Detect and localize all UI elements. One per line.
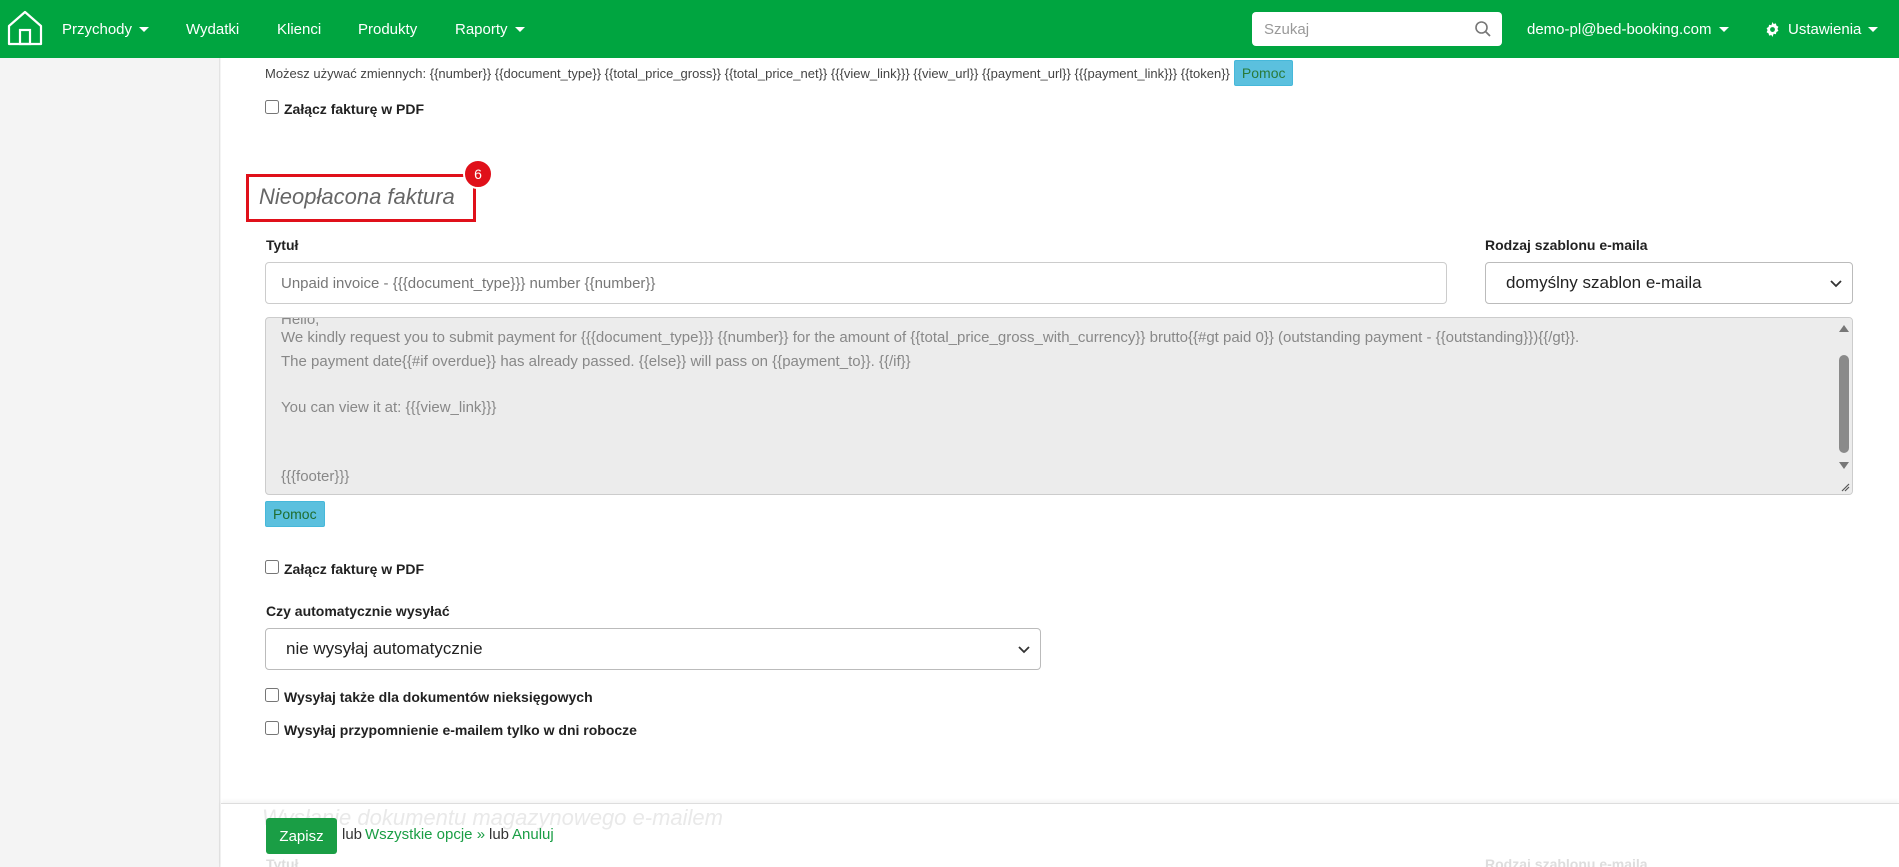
all-options-link[interactable]: Wszystkie opcje » xyxy=(365,826,485,843)
sidebar xyxy=(0,58,220,867)
non-accounting-checkbox[interactable] xyxy=(265,688,279,702)
user-email: demo-pl@bed-booking.com xyxy=(1527,20,1712,38)
scroll-down-icon[interactable] xyxy=(1838,461,1850,471)
cancel-link[interactable]: Anuluj xyxy=(512,826,554,843)
body-line: The payment date{{#if overdue}} has alre… xyxy=(281,353,911,370)
workdays-row[interactable]: Wysyłaj przypomnienie e-mailem tylko w d… xyxy=(265,721,637,738)
nav-item-produkty[interactable]: Produkty xyxy=(358,0,417,58)
checkbox-label: Wysyłaj także dla dokumentów nieksięgowy… xyxy=(284,689,593,705)
caret-down-icon xyxy=(514,26,525,32)
next-title-label: Tytuł xyxy=(266,856,299,867)
variables-text: Możesz używać zmiennych: {{number}} {{do… xyxy=(265,65,1230,81)
checkbox-label: Wysyłaj przypomnienie e-mailem tylko w d… xyxy=(284,722,637,738)
user-menu[interactable]: demo-pl@bed-booking.com xyxy=(1527,0,1729,58)
nav-item-raporty[interactable]: Raporty xyxy=(455,0,525,58)
caret-down-icon xyxy=(1868,26,1879,32)
textarea-scrollbar[interactable] xyxy=(1836,318,1852,494)
help-button[interactable]: Pomoc xyxy=(265,501,325,527)
or-text: lub xyxy=(342,826,363,843)
nav-item-label: Przychody xyxy=(62,20,133,38)
search-icon[interactable] xyxy=(1474,20,1492,43)
search-input[interactable] xyxy=(1252,20,1462,38)
attach-pdf-checkbox[interactable] xyxy=(265,100,279,114)
settings-label: Ustawienia xyxy=(1788,20,1862,38)
title-input-value: Unpaid invoice - {{{document_type}}} num… xyxy=(281,274,656,292)
workdays-checkbox[interactable] xyxy=(265,721,279,735)
caret-down-icon xyxy=(1718,26,1729,32)
gear-icon xyxy=(1765,21,1780,37)
body-line: You can view it at: {{{view_link}}} xyxy=(281,399,497,416)
or-text: lub xyxy=(489,826,510,843)
nav-item-label: Klienci xyxy=(277,20,322,38)
step-badge: 6 xyxy=(463,159,493,189)
nav-item-przychody[interactable]: Przychody xyxy=(62,0,150,58)
template-type-select[interactable]: domyślny szablon e-maila xyxy=(1485,262,1853,304)
auto-send-select[interactable]: nie wysyłaj automatycznie xyxy=(265,628,1041,670)
scroll-thumb[interactable] xyxy=(1839,355,1849,453)
resize-handle-icon[interactable] xyxy=(1840,482,1850,492)
variables-hint: Możesz używać zmiennych: {{number}} {{do… xyxy=(265,60,1294,86)
title-input[interactable]: Unpaid invoice - {{{document_type}}} num… xyxy=(265,262,1447,304)
body-line: We kindly request you to submit payment … xyxy=(281,329,1580,346)
scroll-up-icon[interactable] xyxy=(1838,323,1850,333)
auto-send-label: Czy automatycznie wysyłać xyxy=(266,603,450,619)
template-type-value: domyślny szablon e-maila xyxy=(1506,273,1702,292)
attach-pdf-row[interactable]: Załącz fakturę w PDF xyxy=(265,560,425,577)
save-button[interactable]: Zapisz xyxy=(266,818,337,854)
attach-pdf-checkbox[interactable] xyxy=(265,560,279,574)
nav-item-label: Raporty xyxy=(455,20,508,38)
chevron-down-icon xyxy=(1018,639,1030,659)
checkbox-label: Załącz fakturę w PDF xyxy=(284,101,425,117)
checkbox-label: Załącz fakturę w PDF xyxy=(284,561,425,577)
non-accounting-row[interactable]: Wysyłaj także dla dokumentów nieksięgowy… xyxy=(265,688,593,705)
chevron-down-icon xyxy=(1830,273,1842,293)
auto-send-value: nie wysyłaj automatycznie xyxy=(286,639,483,658)
section-title: Nieopłacona faktura xyxy=(259,184,455,209)
title-label: Tytuł xyxy=(266,237,299,253)
nav-item-klienci[interactable]: Klienci xyxy=(277,0,321,58)
help-button[interactable]: Pomoc xyxy=(1233,60,1294,86)
next-template-label: Rodzaj szablonu e-maila xyxy=(1485,856,1648,867)
nav-item-wydatki[interactable]: Wydatki xyxy=(186,0,239,58)
body-line: {{{footer}}} xyxy=(281,468,350,485)
top-navbar: Przychody Wydatki Klienci Produkty Rapor… xyxy=(0,0,1899,58)
nav-item-label: Produkty xyxy=(358,20,418,38)
search-box xyxy=(1252,12,1502,46)
email-body-textarea[interactable]: Hello, We kindly request you to submit p… xyxy=(265,317,1853,495)
body-line: Hello, xyxy=(281,317,320,328)
template-type-label: Rodzaj szablonu e-maila xyxy=(1485,237,1648,253)
nav-item-label: Wydatki xyxy=(186,20,240,38)
attach-pdf-checkbox-top[interactable]: Załącz fakturę w PDF xyxy=(265,100,425,117)
caret-down-icon xyxy=(139,26,150,32)
home-icon[interactable] xyxy=(6,9,44,47)
settings-menu[interactable]: Ustawienia xyxy=(1765,0,1879,58)
